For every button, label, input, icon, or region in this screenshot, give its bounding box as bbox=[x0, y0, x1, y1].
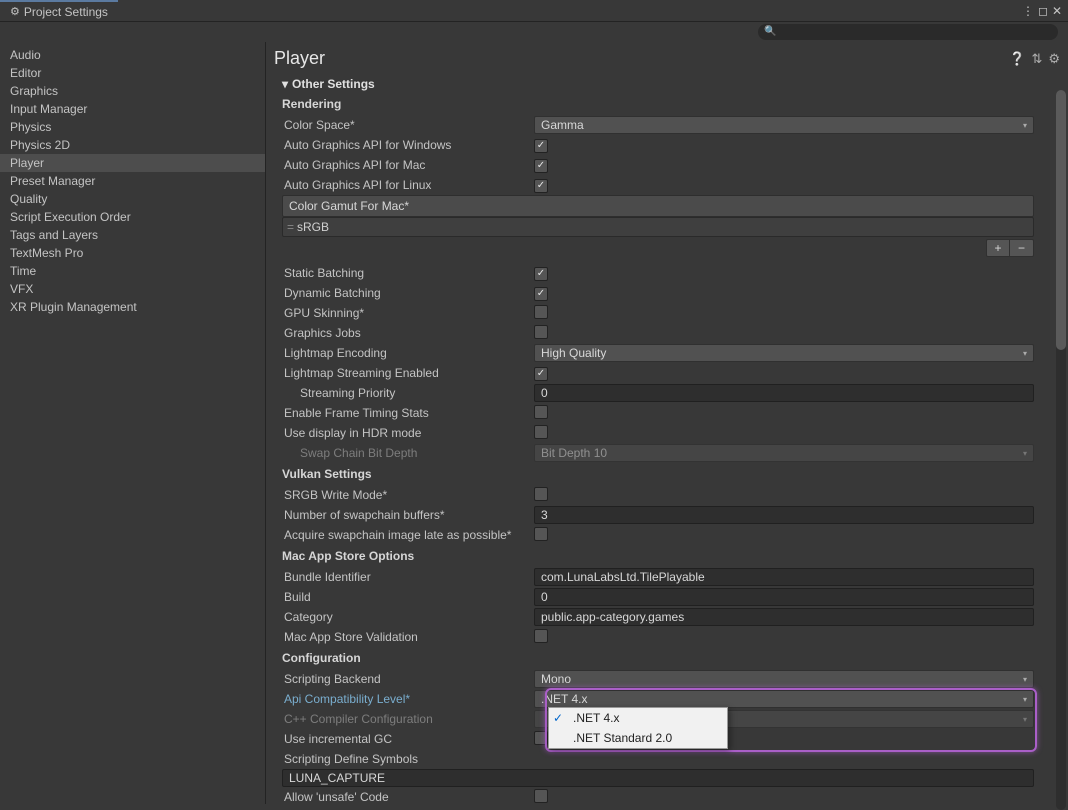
label-color-gamut-mac: Color Gamut For Mac* bbox=[282, 195, 1034, 217]
settings-gear-icon[interactable]: ⚙ bbox=[1048, 51, 1060, 67]
label-gpu-skinning: GPU Skinning* bbox=[282, 306, 534, 320]
checkbox-allow-unsafe[interactable] bbox=[534, 789, 548, 803]
more-icon[interactable]: ⋮ bbox=[1022, 4, 1034, 18]
sidebar-item-time[interactable]: Time bbox=[0, 262, 265, 280]
dropdown-lightmap-encoding[interactable]: High Quality bbox=[534, 344, 1034, 362]
label-lightmap-encoding: Lightmap Encoding bbox=[282, 346, 534, 360]
checkbox-frame-timing[interactable] bbox=[534, 405, 548, 419]
label-incremental-gc: Use incremental GC bbox=[282, 732, 534, 746]
list-item-srgb[interactable]: sRGB bbox=[282, 217, 1034, 237]
search-icon: 🔍 bbox=[764, 26, 776, 37]
checkbox-acquire-late[interactable] bbox=[534, 527, 548, 541]
dropdown-swap-bit-depth: Bit Depth 10 bbox=[534, 444, 1034, 462]
checkbox-srgb-write[interactable] bbox=[534, 487, 548, 501]
heading-mac-app-store: Mac App Store Options bbox=[282, 545, 1068, 567]
sidebar-item-tags-and-layers[interactable]: Tags and Layers bbox=[0, 226, 265, 244]
popup-option-netstandard20[interactable]: .NET Standard 2.0 bbox=[549, 728, 727, 748]
label-mac-validation: Mac App Store Validation bbox=[282, 630, 534, 644]
sidebar-item-player[interactable]: Player bbox=[0, 154, 265, 172]
add-button[interactable]: + bbox=[986, 239, 1010, 257]
checkbox-mac-validation[interactable] bbox=[534, 629, 548, 643]
sidebar-item-physics[interactable]: Physics bbox=[0, 118, 265, 136]
dropdown-api-compat-level[interactable]: .NET 4.x bbox=[534, 690, 1034, 708]
label-swapchain-buffers: Number of swapchain buffers* bbox=[282, 508, 534, 522]
label-cpp-config: C++ Compiler Configuration bbox=[282, 712, 534, 726]
maximize-icon[interactable]: ◻ bbox=[1038, 4, 1048, 18]
checkbox-graphics-jobs[interactable] bbox=[534, 325, 548, 339]
heading-rendering: Rendering bbox=[282, 93, 1068, 115]
input-category[interactable]: public.app-category.games bbox=[534, 608, 1034, 626]
dropdown-scripting-backend[interactable]: Mono bbox=[534, 670, 1034, 688]
label-static-batching: Static Batching bbox=[282, 266, 534, 280]
label-define-symbols: Scripting Define Symbols bbox=[282, 752, 534, 766]
label-frame-timing: Enable Frame Timing Stats bbox=[282, 406, 534, 420]
sidebar-item-audio[interactable]: Audio bbox=[0, 46, 265, 64]
label-streaming-priority: Streaming Priority bbox=[282, 386, 534, 400]
sidebar-item-script-execution-order[interactable]: Script Execution Order bbox=[0, 208, 265, 226]
remove-button[interactable]: − bbox=[1010, 239, 1034, 257]
sidebar-item-quality[interactable]: Quality bbox=[0, 190, 265, 208]
checkbox-incremental-gc[interactable] bbox=[534, 731, 548, 745]
input-bundle-id[interactable]: com.LunaLabsLtd.TilePlayable bbox=[534, 568, 1034, 586]
popup-option-net4x[interactable]: ✓ .NET 4.x bbox=[549, 708, 727, 728]
sidebar-item-editor[interactable]: Editor bbox=[0, 64, 265, 82]
page-title: Player bbox=[274, 48, 325, 69]
presets-icon[interactable]: ⇅ bbox=[1031, 51, 1042, 67]
foldout-other-settings[interactable]: ▾ Other Settings bbox=[282, 75, 1068, 93]
sidebar-item-xr-plugin-management[interactable]: XR Plugin Management bbox=[0, 298, 265, 316]
main-panel: Player ❔ ⇅ ⚙ ▾ Other Settings Rendering … bbox=[266, 42, 1068, 804]
chevron-down-icon: ▾ bbox=[282, 77, 288, 91]
titlebar: ⚙ Project Settings ⋮ ◻ ✕ bbox=[0, 0, 1068, 22]
close-icon[interactable]: ✕ bbox=[1052, 4, 1062, 18]
label-dynamic-batching: Dynamic Batching bbox=[282, 286, 534, 300]
dropdown-color-space[interactable]: Gamma bbox=[534, 116, 1034, 134]
heading-vulkan: Vulkan Settings bbox=[282, 463, 1068, 485]
sidebar-item-textmesh-pro[interactable]: TextMesh Pro bbox=[0, 244, 265, 262]
checkbox-lightmap-streaming[interactable]: ✓ bbox=[534, 367, 548, 381]
input-swapchain-buffers[interactable]: 3 bbox=[534, 506, 1034, 524]
sidebar-item-preset-manager[interactable]: Preset Manager bbox=[0, 172, 265, 190]
tab-project-settings[interactable]: ⚙ Project Settings bbox=[0, 0, 118, 21]
search-input[interactable] bbox=[758, 24, 1058, 40]
sidebar-item-physics-2d[interactable]: Physics 2D bbox=[0, 136, 265, 154]
searchbar: 🔍 bbox=[0, 22, 1068, 42]
label-category: Category bbox=[282, 610, 534, 624]
gear-icon: ⚙ bbox=[10, 5, 20, 18]
label-acquire-late: Acquire swapchain image late as possible… bbox=[282, 528, 534, 542]
scrollbar-thumb[interactable] bbox=[1056, 90, 1066, 350]
label-scripting-backend: Scripting Backend bbox=[282, 672, 534, 686]
label-allow-unsafe: Allow 'unsafe' Code bbox=[282, 790, 534, 804]
window-title: Project Settings bbox=[24, 5, 108, 19]
label-auto-api-windows: Auto Graphics API for Windows bbox=[282, 138, 534, 152]
check-icon: ✓ bbox=[553, 711, 567, 725]
label-auto-api-linux: Auto Graphics API for Linux bbox=[282, 178, 534, 192]
sidebar-item-input-manager[interactable]: Input Manager bbox=[0, 100, 265, 118]
checkbox-auto-api-mac[interactable]: ✓ bbox=[534, 159, 548, 173]
label-lightmap-streaming: Lightmap Streaming Enabled bbox=[282, 366, 534, 380]
sidebar-item-vfx[interactable]: VFX bbox=[0, 280, 265, 298]
checkbox-static-batching[interactable]: ✓ bbox=[534, 267, 548, 281]
label-auto-api-mac: Auto Graphics API for Mac bbox=[282, 158, 534, 172]
checkbox-auto-api-linux[interactable]: ✓ bbox=[534, 179, 548, 193]
sidebar-item-graphics[interactable]: Graphics bbox=[0, 82, 265, 100]
checkbox-auto-api-windows[interactable]: ✓ bbox=[534, 139, 548, 153]
dropdown-popup-api-level: ✓ .NET 4.x .NET Standard 2.0 bbox=[548, 707, 728, 749]
label-swap-bit-depth: Swap Chain Bit Depth bbox=[282, 446, 534, 460]
label-hdr-display: Use display in HDR mode bbox=[282, 426, 534, 440]
heading-configuration: Configuration bbox=[282, 647, 1068, 669]
checkbox-dynamic-batching[interactable]: ✓ bbox=[534, 287, 548, 301]
label-srgb-write: SRGB Write Mode* bbox=[282, 488, 534, 502]
label-api-compat-level: Api Compatibility Level* bbox=[282, 692, 534, 706]
help-icon[interactable]: ❔ bbox=[1009, 51, 1025, 67]
input-build[interactable]: 0 bbox=[534, 588, 1034, 606]
checkbox-hdr-display[interactable] bbox=[534, 425, 548, 439]
input-streaming-priority[interactable]: 0 bbox=[534, 384, 1034, 402]
settings-sidebar: Audio Editor Graphics Input Manager Phys… bbox=[0, 42, 266, 804]
label-bundle-id: Bundle Identifier bbox=[282, 570, 534, 584]
input-define-symbols[interactable]: LUNA_CAPTURE bbox=[282, 769, 1034, 787]
label-graphics-jobs: Graphics Jobs bbox=[282, 326, 534, 340]
label-build: Build bbox=[282, 590, 534, 604]
checkbox-gpu-skinning[interactable] bbox=[534, 305, 548, 319]
label-color-space: Color Space* bbox=[282, 118, 534, 132]
